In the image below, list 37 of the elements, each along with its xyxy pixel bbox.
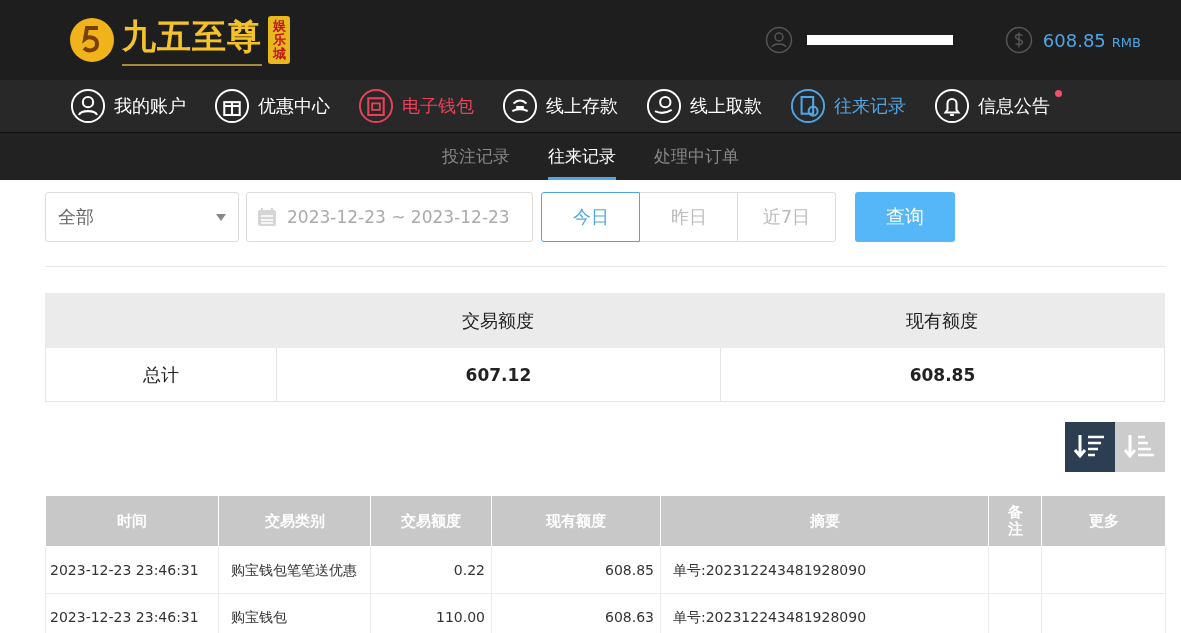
user-icon (70, 88, 106, 124)
nav-item[interactable]: 电子钱包 (358, 88, 474, 124)
table-cell: 608.85 (720, 347, 1165, 402)
header-cell: 现有额度 (720, 293, 1165, 348)
table-cell: 608.85 (491, 546, 661, 594)
calendar-icon (257, 207, 277, 227)
nav-item[interactable]: 我的账户 (70, 88, 186, 124)
logo-icon (68, 16, 116, 64)
table-cell: 单号:202312243481928090 (660, 546, 989, 594)
balance: 608.85 RMB (1042, 29, 1141, 51)
tab[interactable]: 处理中订单 (654, 133, 739, 180)
user-icon (764, 26, 793, 54)
caret-icon (216, 213, 226, 221)
bell-icon (934, 88, 970, 124)
header-cell: 交易额度 (276, 293, 721, 348)
logo-badge: 娱乐城 (268, 15, 290, 65)
table-cell: 购宝钱包笔笔送优惠 (218, 546, 371, 594)
nav-item[interactable]: 线上取款 (646, 88, 762, 124)
nav-item[interactable]: 线上存款 (502, 88, 618, 124)
sort-desc-icon (1074, 433, 1106, 461)
table-cell: 0.22 (370, 546, 492, 594)
logo-title: 九五至尊 (122, 14, 262, 66)
tab[interactable]: 投注记录 (442, 133, 510, 180)
nav-item[interactable]: 信息公告 (934, 88, 1050, 124)
sort-asc-icon (1124, 433, 1156, 461)
table-cell: 607.12 (276, 347, 721, 402)
nav-item[interactable]: 往来记录 (790, 88, 906, 124)
nav-item[interactable]: 优惠中心 (214, 88, 330, 124)
table-cell: 2023-12-23 23:46:31 (45, 546, 219, 594)
gift-icon (214, 88, 250, 124)
dollar-icon (1004, 26, 1033, 54)
tab[interactable]: 往来记录 (548, 133, 616, 180)
table-cell: 总计 (45, 347, 277, 402)
document-icon (790, 88, 826, 124)
table-cell: 2023-12-23 23:46:31 (45, 593, 219, 633)
type-dropdown[interactable]: 全部 (45, 192, 239, 242)
sort-button[interactable] (1065, 422, 1115, 472)
